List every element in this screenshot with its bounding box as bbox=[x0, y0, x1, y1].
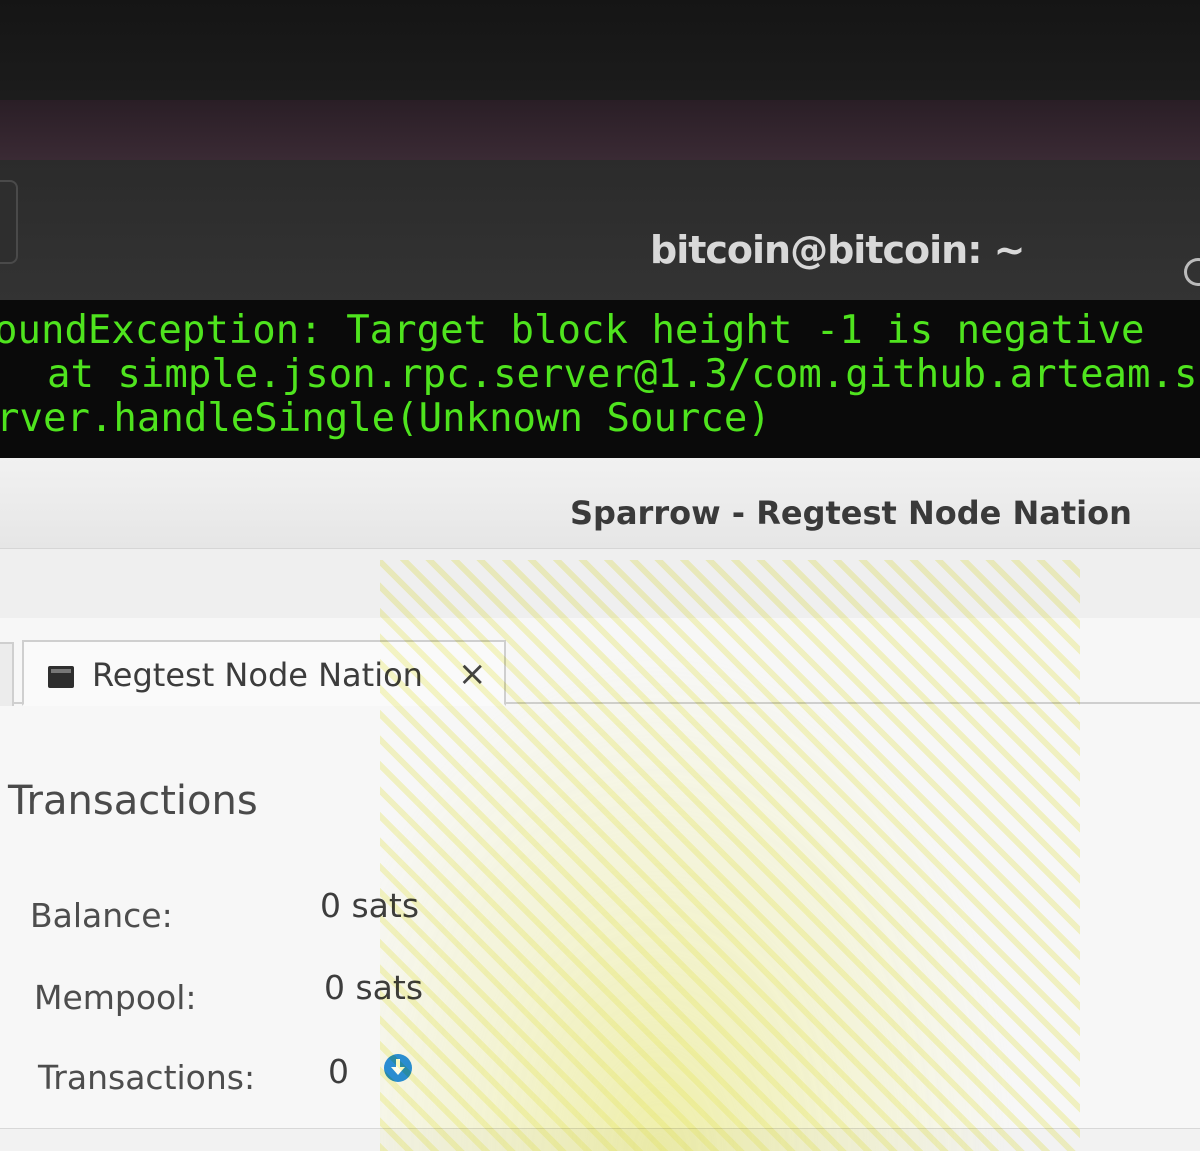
balance-label: Balance: bbox=[30, 896, 173, 935]
wallet-icon bbox=[48, 666, 74, 688]
mempool-value: 0 sats bbox=[324, 968, 424, 1007]
terminal-line: at simple.json.rpc.server@1.3/com.github… bbox=[0, 352, 1200, 397]
sparrow-window-title: Sparrow - Regtest Node Nation bbox=[570, 494, 1132, 532]
download-icon[interactable] bbox=[384, 1054, 412, 1082]
desktop-background bbox=[0, 100, 1200, 160]
transactions-count-label: Transactions: bbox=[38, 1058, 256, 1097]
sparrow-menubar bbox=[0, 548, 1200, 619]
transactions-count-value: 0 bbox=[328, 1052, 349, 1091]
sparrow-lower-panel bbox=[0, 1128, 1200, 1151]
terminal-line: oundException: Target block height -1 is… bbox=[0, 308, 1145, 353]
monitor-bezel bbox=[0, 0, 1200, 100]
terminal-line: rver.handleSingle(Unknown Source) bbox=[0, 396, 771, 441]
wallet-tab-previous[interactable] bbox=[0, 642, 14, 706]
balance-value: 0 sats bbox=[320, 886, 420, 925]
screen-photo: bitcoin@bitcoin: ~ oundException: Target… bbox=[0, 0, 1200, 1151]
transactions-heading: Transactions bbox=[8, 778, 258, 824]
terminal-new-tab-button[interactable] bbox=[0, 180, 18, 264]
mempool-label: Mempool: bbox=[34, 978, 197, 1017]
terminal-output[interactable]: oundException: Target block height -1 is… bbox=[0, 300, 1200, 460]
close-icon[interactable]: × bbox=[458, 654, 487, 694]
wallet-tab-label: Regtest Node Nation bbox=[92, 656, 423, 694]
terminal-title: bitcoin@bitcoin: ~ bbox=[650, 228, 1025, 272]
